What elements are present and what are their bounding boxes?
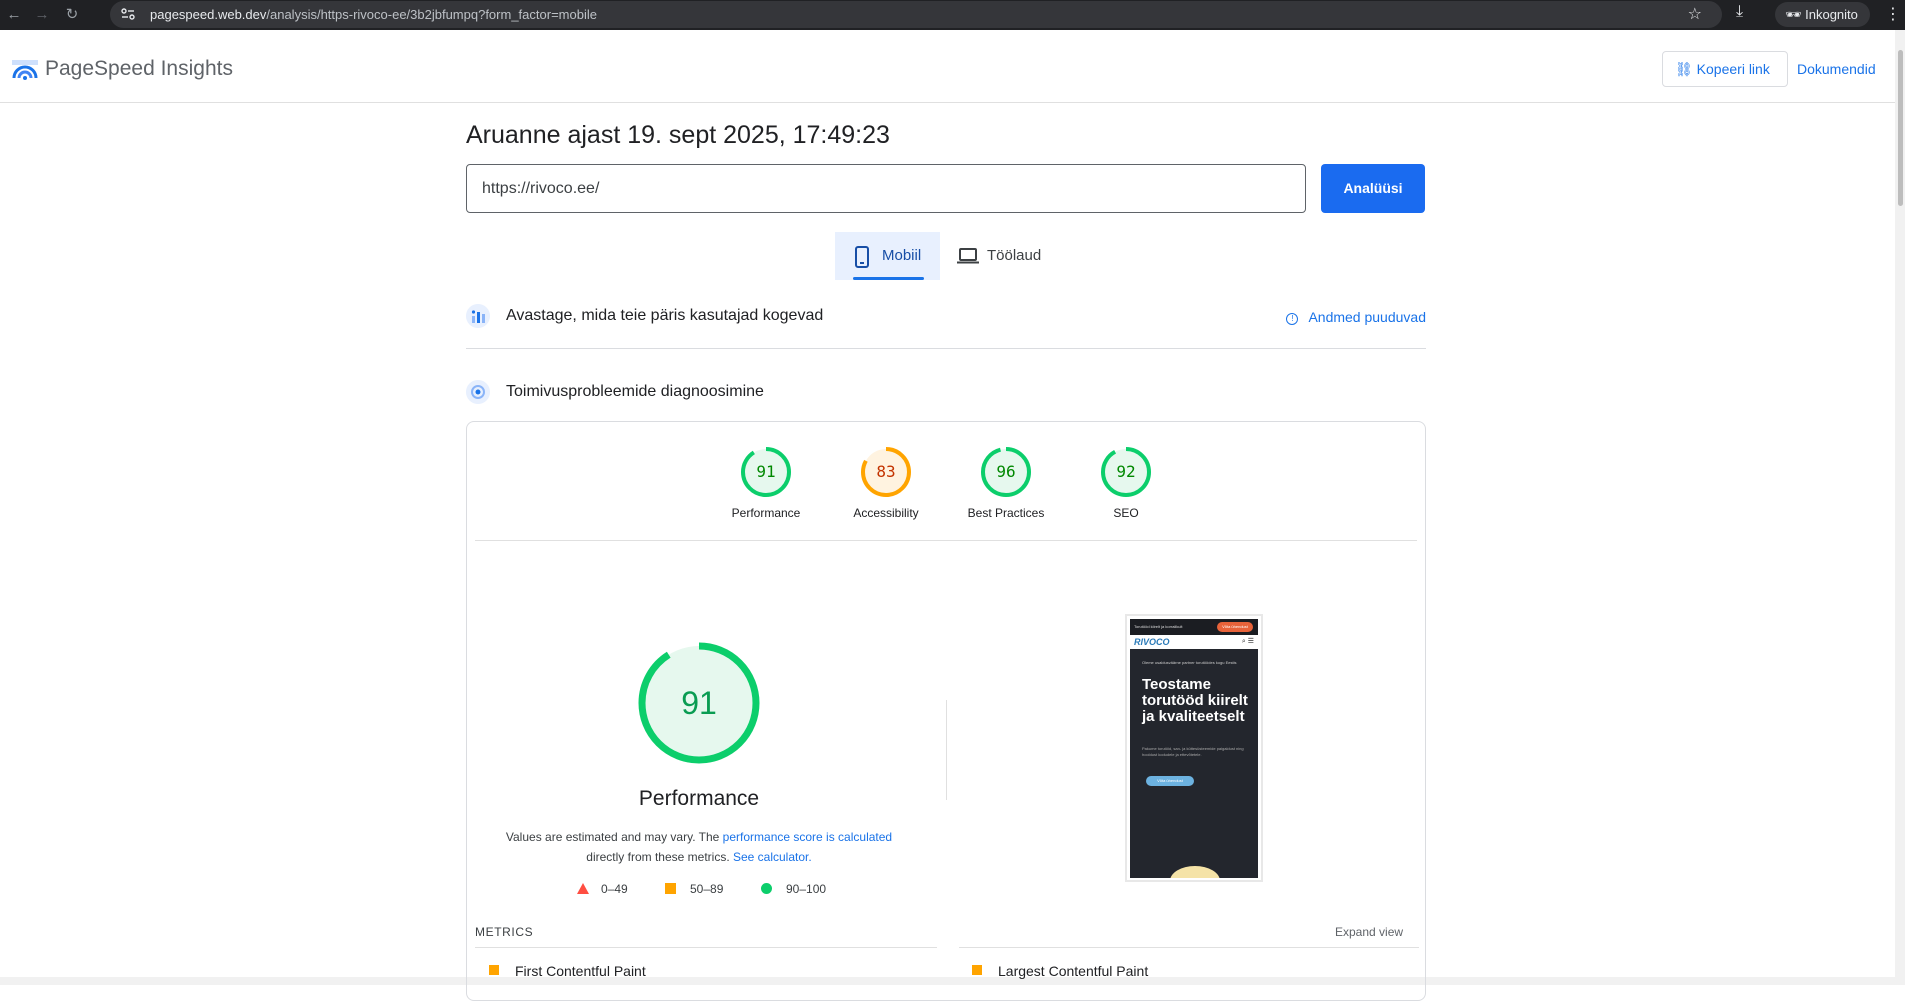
no-data-label: Andmed puuduvad xyxy=(1308,309,1426,325)
triangle-icon xyxy=(577,883,589,894)
diagnose-section: Toimivusprobleemide diagnoosimine xyxy=(466,378,1426,408)
url-input[interactable]: https://rivoco.ee/ xyxy=(466,164,1306,213)
screenshot-cta: Võta ühendust xyxy=(1146,776,1194,786)
browser-toolbar: ← → ↻ pagespeed.web.dev/analysis/https-r… xyxy=(0,0,1905,30)
incognito-icon: 🕶 xyxy=(1785,7,1806,22)
metric-fcp: First Contentful Paint xyxy=(489,963,646,979)
score-value: 91 xyxy=(756,462,776,481)
score-value: 96 xyxy=(996,462,1016,481)
legend-average: 50–89 xyxy=(665,882,723,896)
score-gauge-best-practices[interactable]: 96 Best Practices xyxy=(951,446,1061,520)
screenshot-body: Pakume torutöid, san- ja küttesüsteemide… xyxy=(1142,746,1244,757)
expand-view-button[interactable]: Expand view xyxy=(1335,925,1403,939)
screenshot-menu-icon: ⌕ ☰ xyxy=(1241,638,1254,645)
score-gauge-performance[interactable]: 91 Performance xyxy=(711,446,821,520)
screenshot-screen: Torutööd kiirelt ja korralikult Võta ühe… xyxy=(1130,619,1258,878)
performance-gauge: 91 xyxy=(637,641,761,765)
screenshot-hero: Teostame torutööd kiirelt ja kvaliteetse… xyxy=(1142,676,1248,725)
tab-active-indicator xyxy=(853,277,924,280)
average-square-icon xyxy=(972,965,982,975)
lab-data-icon xyxy=(466,380,490,404)
performance-score: 91 xyxy=(681,685,717,721)
lighthouse-report-card: 91 Performance 83 Accessibility 96 Best … xyxy=(466,421,1426,1001)
incognito-label: Inkognito xyxy=(1805,7,1858,22)
app-header: PageSpeed Insights ⛓ Kopeeri link Dokume… xyxy=(0,30,1895,103)
metric-label: Largest Contentful Paint xyxy=(998,963,1149,979)
browser-menu-icon[interactable]: ⋮ xyxy=(1885,4,1901,24)
screenshot-logo: RIVOCO xyxy=(1134,637,1170,647)
average-square-icon xyxy=(489,965,499,975)
address-bar[interactable]: pagespeed.web.dev/analysis/https-rivoco-… xyxy=(110,1,1722,28)
reload-icon[interactable]: ↻ xyxy=(62,5,82,25)
circle-icon xyxy=(761,883,772,894)
analyze-button[interactable]: Analüüsi xyxy=(1321,164,1425,213)
score-gauge-seo[interactable]: 92 SEO xyxy=(1071,446,1181,520)
legend-poor: 0–49 xyxy=(577,882,628,896)
desc-text-1: Values are estimated and may vary. The xyxy=(505,830,723,844)
brand-title[interactable]: PageSpeed Insights xyxy=(45,57,233,81)
legend-range: 90–100 xyxy=(786,882,827,896)
score-label: Accessibility xyxy=(853,506,919,520)
screenshot-topbar-text: Torutööd kiirelt ja korralikult xyxy=(1134,624,1183,629)
vertical-divider xyxy=(946,700,947,800)
see-calculator-link[interactable]: See calculator. xyxy=(733,850,812,864)
legend-good: 90–100 xyxy=(761,882,826,896)
laptop-icon xyxy=(957,248,979,264)
screenshot-nav: RIVOCO ⌕ ☰ xyxy=(1130,635,1258,649)
performance-description: Values are estimated and may vary. The p… xyxy=(487,827,911,867)
legend-range: 0–49 xyxy=(601,882,628,896)
screenshot-graphic xyxy=(1170,866,1220,878)
pagespeed-logo-icon xyxy=(12,60,38,80)
url-text: pagespeed.web.dev/analysis/https-rivoco-… xyxy=(150,7,597,22)
url-host: pagespeed.web.dev xyxy=(150,7,267,22)
screenshot-kicker: Oleme usaldusväärne partner torutöödes k… xyxy=(1142,660,1237,665)
tab-desktop[interactable]: Töölaud xyxy=(955,232,1055,280)
square-icon xyxy=(665,883,676,894)
score-label: Best Practices xyxy=(967,506,1045,520)
page-screenshot: Torutööd kiirelt ja korralikult Võta ühe… xyxy=(1125,614,1263,882)
report-title: Aruanne ajast 19. sept 2025, 17:49:23 xyxy=(466,121,890,149)
bookmark-star-icon[interactable]: ☆ xyxy=(1688,4,1702,24)
field-data-title: Avastage, mida teie päris kasutajad koge… xyxy=(506,307,824,324)
site-info-icon[interactable] xyxy=(120,7,136,21)
forward-icon[interactable]: → xyxy=(32,5,52,25)
score-gauge-accessibility[interactable]: 83 Accessibility xyxy=(831,446,941,520)
divider xyxy=(959,947,1419,948)
screenshot-topbar-button: Võta ühendust xyxy=(1217,622,1253,632)
score-value: 92 xyxy=(1116,462,1136,481)
link-icon: ⛓ xyxy=(1675,61,1697,77)
diagnose-title: Toimivusprobleemide diagnoosimine xyxy=(506,383,764,400)
score-label: SEO xyxy=(1113,506,1139,520)
tab-mobile-label: Mobiil xyxy=(882,247,922,264)
metric-lcp: Largest Contentful Paint xyxy=(972,963,1149,979)
legend-range: 50–89 xyxy=(690,882,724,896)
performance-title: Performance xyxy=(638,787,760,810)
tab-mobile[interactable]: Mobiil xyxy=(835,232,940,280)
tab-desktop-label: Töölaud xyxy=(987,247,1042,264)
mobile-icon xyxy=(855,246,869,268)
url-path: /analysis/https-rivoco-ee/3b2jbfumpq?for… xyxy=(266,7,597,22)
docs-link[interactable]: Dokumendid xyxy=(1797,61,1876,77)
score-label: Performance xyxy=(731,506,801,520)
copy-link-button[interactable]: ⛓ Kopeeri link xyxy=(1662,51,1788,87)
screenshot-topbar: Torutööd kiirelt ja korralikult Võta ühe… xyxy=(1130,619,1258,635)
users-chart-icon xyxy=(466,304,490,328)
metrics-header: METRICS xyxy=(475,925,534,939)
info-icon: ! xyxy=(1286,313,1299,325)
copy-link-label: Kopeeri link xyxy=(1696,61,1770,77)
scrollbar-thumb[interactable] xyxy=(1898,50,1903,206)
desc-text-2: directly from these metrics. xyxy=(586,850,733,864)
score-calculated-link[interactable]: performance score is calculated xyxy=(723,830,892,844)
divider xyxy=(475,947,937,948)
back-icon[interactable]: ← xyxy=(4,5,24,25)
divider xyxy=(475,540,1417,541)
score-value: 83 xyxy=(876,462,896,481)
field-data-section: Avastage, mida teie päris kasutajad koge… xyxy=(466,302,1426,349)
no-data-link[interactable]: ! Andmed puuduvad xyxy=(1286,309,1426,325)
incognito-badge[interactable]: 🕶 Inkognito xyxy=(1775,2,1870,27)
download-icon[interactable]: ⤓ xyxy=(1736,3,1743,21)
metric-label: First Contentful Paint xyxy=(515,963,646,979)
